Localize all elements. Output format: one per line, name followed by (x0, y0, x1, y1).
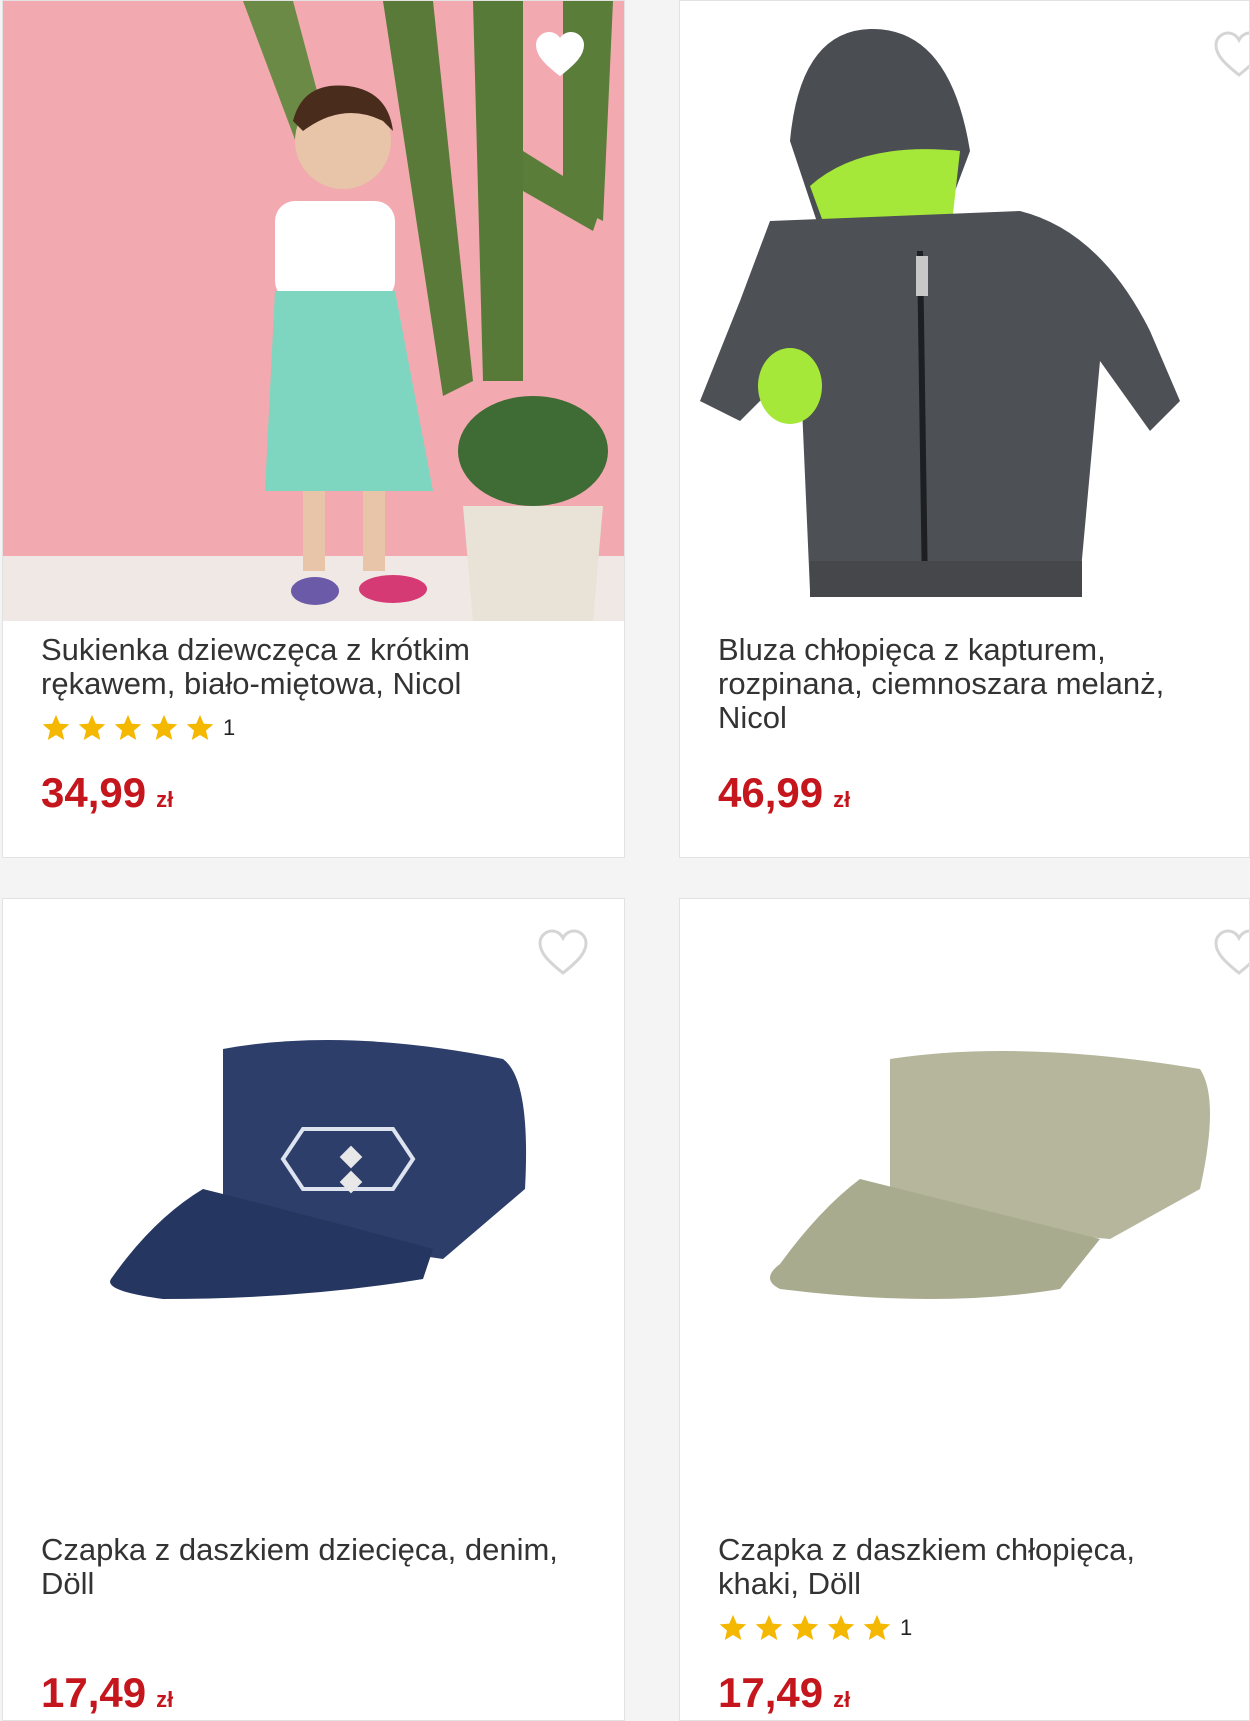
star-icon (719, 1614, 747, 1640)
product-title[interactable]: Czapka z daszkiem chłopięca, khaki, Döll (718, 1533, 1219, 1601)
product-image[interactable] (680, 899, 1249, 1519)
star-icon (186, 714, 214, 740)
star-icon (755, 1614, 783, 1640)
product-price: 46,99 zł (718, 769, 850, 817)
price-amount: 17,49 (41, 1669, 147, 1716)
product-card[interactable]: Bluza chłopięca z kapturem, rozpinana, c… (679, 0, 1250, 858)
product-rating: 1 (718, 1613, 912, 1643)
product-image[interactable] (3, 1, 624, 621)
product-rating: 1 (41, 713, 235, 743)
price-currency: zł (833, 1687, 851, 1712)
heart-outline-icon[interactable] (1214, 31, 1250, 77)
star-icon (827, 1614, 855, 1640)
star-icon (791, 1614, 819, 1640)
heart-outline-icon[interactable] (538, 929, 588, 975)
price-currency: zł (833, 787, 851, 812)
product-card[interactable]: Sukienka dziewczęca z krótkim rękawem, b… (2, 0, 625, 858)
product-image[interactable] (680, 1, 1249, 621)
product-card[interactable]: Czapka z daszkiem dziecięca, denim, Döll… (2, 898, 625, 1721)
star-icon (150, 714, 178, 740)
product-title[interactable]: Sukienka dziewczęca z krótkim rękawem, b… (41, 633, 594, 701)
product-title[interactable]: Bluza chłopięca z kapturem, rozpinana, c… (718, 633, 1219, 735)
product-price: 34,99 zł (41, 769, 173, 817)
star-icon (114, 714, 142, 740)
rating-count: 1 (900, 1615, 913, 1640)
price-currency: zł (156, 1687, 174, 1712)
product-image[interactable] (3, 899, 624, 1519)
star-icon (42, 714, 70, 740)
rating-count: 1 (223, 715, 236, 740)
star-icon (78, 714, 106, 740)
price-amount: 46,99 (718, 769, 824, 816)
product-card[interactable]: Czapka z daszkiem chłopięca, khaki, Döll… (679, 898, 1250, 1721)
product-price: 17,49 zł (41, 1669, 173, 1717)
price-amount: 34,99 (41, 769, 147, 816)
product-title[interactable]: Czapka z daszkiem dziecięca, denim, Döll (41, 1533, 594, 1601)
product-price: 17,49 zł (718, 1669, 850, 1717)
price-amount: 17,49 (718, 1669, 824, 1716)
star-icon (863, 1614, 891, 1640)
heart-outline-icon[interactable] (1214, 929, 1250, 975)
heart-filled-icon[interactable] (535, 31, 585, 77)
price-currency: zł (156, 787, 174, 812)
